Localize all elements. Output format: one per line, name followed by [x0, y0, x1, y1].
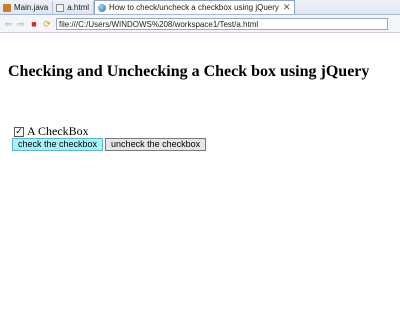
html-file-icon [56, 3, 65, 12]
refresh-icon[interactable]: ⟳ [42, 19, 52, 29]
tab-main-java[interactable]: Main.java [0, 1, 54, 14]
checkbox-row: ✓ A CheckBox [14, 124, 89, 139]
navigation-toolbar: ⇦ ⇨ ■ ⟳ file:///C:/Users/WINDOWS%208/wor… [0, 15, 400, 33]
tab-label: Main.java [14, 3, 49, 12]
stop-icon[interactable]: ■ [29, 19, 39, 29]
address-bar[interactable]: file:///C:/Users/WINDOWS%208/workspace1/… [56, 17, 388, 30]
back-icon[interactable]: ⇦ [3, 19, 13, 29]
tab-label: a.html [67, 3, 90, 12]
page-title: Checking and Unchecking a Check box usin… [8, 63, 370, 80]
button-row: check the checkbox uncheck the checkbox [12, 138, 208, 151]
uncheck-button[interactable]: uncheck the checkbox [105, 138, 207, 151]
forward-icon[interactable]: ⇨ [16, 19, 26, 29]
tab-browser-page[interactable]: How to check/uncheck a checkbox using jQ… [94, 0, 296, 14]
page-content: Checking and Unchecking a Check box usin… [0, 33, 400, 309]
checkbox-label: A CheckBox [27, 124, 89, 138]
tab-a-html[interactable]: a.html [53, 1, 95, 14]
close-icon[interactable]: ✕ [283, 3, 291, 12]
tab-label: How to check/uncheck a checkbox using jQ… [109, 3, 279, 12]
tab-bar: Main.java a.html How to check/uncheck a … [0, 0, 400, 15]
globe-icon [98, 3, 107, 12]
java-file-icon [3, 3, 11, 12]
browser-window: Main.java a.html How to check/uncheck a … [0, 0, 400, 309]
check-button[interactable]: check the checkbox [12, 138, 104, 151]
checkbox[interactable]: ✓ [14, 126, 24, 137]
